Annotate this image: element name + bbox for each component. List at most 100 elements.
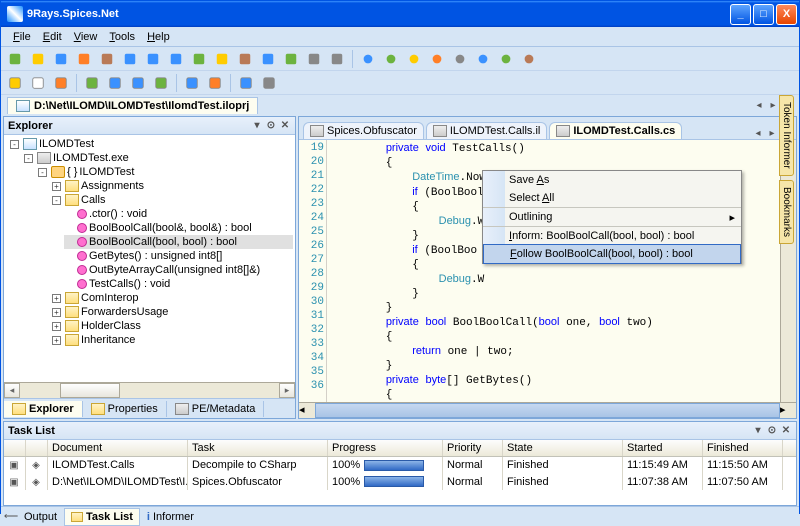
- toolbar-btn-5[interactable]: [120, 49, 140, 69]
- toolbar2-btn-8[interactable]: [205, 73, 225, 93]
- tab-properties[interactable]: Properties: [83, 401, 167, 417]
- tree-forwarders[interactable]: ForwardersUsage: [81, 306, 168, 318]
- toolbar-btn-13[interactable]: [304, 49, 324, 69]
- explorer-tree[interactable]: -ILOMDTest -ILOMDTest.exe -{ } ILOMDTest…: [4, 135, 295, 382]
- project-tab[interactable]: D:\Net\ILOMD\ILOMDTest\IlomdTest.iloprj: [7, 97, 258, 114]
- menu-edit[interactable]: Edit: [37, 29, 68, 45]
- toolbar-btn-b4[interactable]: [450, 49, 470, 69]
- toolbar2-btn-5[interactable]: [128, 73, 148, 93]
- toolbar-btn-b7[interactable]: [519, 49, 539, 69]
- menu-view[interactable]: View: [68, 29, 104, 45]
- maximize-button[interactable]: □: [753, 4, 774, 25]
- nav-output[interactable]: Output: [17, 508, 64, 526]
- minimize-button[interactable]: _: [730, 4, 751, 25]
- th-document[interactable]: Document: [48, 440, 188, 456]
- panel-close-icon[interactable]: ✕: [279, 120, 291, 132]
- toolbar2-btn-0[interactable]: [5, 73, 25, 93]
- tree-member[interactable]: TestCalls() : void: [64, 277, 293, 291]
- toolbar-btn-1[interactable]: [28, 49, 48, 69]
- toolbar-btn-b1[interactable]: [381, 49, 401, 69]
- editor-hscroll[interactable]: ◂▸: [299, 402, 796, 418]
- ed-prev-icon[interactable]: ◂: [752, 127, 764, 139]
- nav-back-icon[interactable]: ⟵: [5, 511, 17, 523]
- toolbar2-btn-6[interactable]: [151, 73, 171, 93]
- toolbar-btn-7[interactable]: [166, 49, 186, 69]
- toolbar-btn-4[interactable]: [97, 49, 117, 69]
- th-state[interactable]: State: [503, 440, 623, 456]
- toolbar-btn-14[interactable]: [327, 49, 347, 69]
- menu-select-all[interactable]: Select All: [483, 189, 741, 208]
- tab-prev-icon[interactable]: ◂: [753, 100, 765, 112]
- project-path: D:\Net\ILOMD\ILOMDTest\IlomdTest.iloprj: [34, 100, 249, 112]
- tree-holder[interactable]: HolderClass: [81, 320, 141, 332]
- th-started[interactable]: Started: [623, 440, 703, 456]
- menu-help[interactable]: Help: [141, 29, 176, 45]
- toolbar-btn-6[interactable]: [143, 49, 163, 69]
- tree-root[interactable]: ILOMDTest: [39, 138, 94, 150]
- tree-namespace[interactable]: ILOMDTest: [79, 166, 134, 178]
- th-task[interactable]: Task: [188, 440, 328, 456]
- toolbar-btn-b0[interactable]: [358, 49, 378, 69]
- tl-close-icon[interactable]: ✕: [780, 425, 792, 437]
- tree-member[interactable]: BoolBoolCall(bool, bool) : bool: [64, 235, 293, 249]
- tree-member[interactable]: .ctor() : void: [64, 207, 293, 221]
- th-finished[interactable]: Finished: [703, 440, 783, 456]
- th-progress[interactable]: Progress: [328, 440, 443, 456]
- toolbar-btn-3[interactable]: [74, 49, 94, 69]
- toolbar2-btn-2[interactable]: [51, 73, 71, 93]
- toolbar-btn-10[interactable]: [235, 49, 255, 69]
- toolbar-btn-b5[interactable]: [473, 49, 493, 69]
- tree-calls[interactable]: Calls: [81, 194, 105, 206]
- toolbar-btn-11[interactable]: [258, 49, 278, 69]
- menu-tools[interactable]: Tools: [103, 29, 141, 45]
- th-priority[interactable]: Priority: [443, 440, 503, 456]
- tree-assignments[interactable]: Assignments: [81, 180, 144, 192]
- menu-follow[interactable]: Follow BoolBoolCall(bool, bool) : bool: [483, 244, 741, 264]
- editor-tab-1[interactable]: ILOMDTest.Calls.il: [426, 122, 547, 139]
- table-row[interactable]: ▣ ◈ D:\Net\ILOMD\ILOMDTest\I... Spices.O…: [4, 474, 796, 491]
- tl-menu-icon[interactable]: ▾: [752, 425, 764, 437]
- editor-tab-0[interactable]: Spices.Obfuscator: [303, 122, 424, 139]
- menu-file[interactable]: File: [7, 29, 37, 45]
- toolbar-btn-8[interactable]: [189, 49, 209, 69]
- panel-menu-icon[interactable]: ▾: [251, 120, 263, 132]
- toolbar2-btn-4[interactable]: [105, 73, 125, 93]
- ed-next-icon[interactable]: ▸: [766, 127, 778, 139]
- code-editor[interactable]: 19 20 21 22 23 24 25 26 27 28 29 30 31 3…: [299, 139, 796, 402]
- toolbar-btn-b6[interactable]: [496, 49, 516, 69]
- toolbar-btn-9[interactable]: [212, 49, 232, 69]
- toolbar-btn-b3[interactable]: [427, 49, 447, 69]
- close-button[interactable]: X: [776, 4, 797, 25]
- explorer-hscroll[interactable]: ◂▸: [4, 382, 295, 398]
- tree-cominterop[interactable]: ComInterop: [81, 292, 138, 304]
- tree-member[interactable]: BoolBoolCall(bool&, bool&) : bool: [64, 221, 293, 235]
- toolbar-btn-b2[interactable]: [404, 49, 424, 69]
- nav-tasklist[interactable]: Task List: [64, 508, 140, 526]
- table-row[interactable]: ▣ ◈ ILOMDTest.Calls Decompile to CSharp …: [4, 457, 796, 474]
- menu-save-as[interactable]: Save As: [483, 171, 741, 189]
- menu-outlining[interactable]: Outlining▸: [483, 208, 741, 227]
- tree-member[interactable]: GetBytes() : unsigned int8[]: [64, 249, 293, 263]
- side-tab-bookmarks[interactable]: Bookmarks: [779, 180, 794, 244]
- tree-member[interactable]: OutByteArrayCall(unsigned int8[]&): [64, 263, 293, 277]
- toolbar2-btn-10[interactable]: [259, 73, 279, 93]
- menu-inform[interactable]: Inform: BoolBoolCall(bool, bool) : bool: [483, 227, 741, 245]
- tab-next-icon[interactable]: ▸: [767, 100, 779, 112]
- toolbar2-btn-9[interactable]: [236, 73, 256, 93]
- tl-pin-icon[interactable]: ⊙: [766, 425, 778, 437]
- tree-inheritance[interactable]: Inheritance: [81, 334, 135, 346]
- toolbar2-btn-7[interactable]: [182, 73, 202, 93]
- nav-informer[interactable]: i Informer: [140, 508, 201, 526]
- toolbar2-btn-1[interactable]: [28, 73, 48, 93]
- side-tab-token-informer[interactable]: Token Informer: [779, 95, 794, 176]
- panel-pin-icon[interactable]: ⊙: [265, 120, 277, 132]
- editor-tab-2[interactable]: ILOMDTest.Calls.cs: [549, 122, 682, 139]
- toolbar-btn-0[interactable]: [5, 49, 25, 69]
- row-icon: ▣: [8, 476, 20, 488]
- toolbar-btn-2[interactable]: [51, 49, 71, 69]
- tree-exe[interactable]: ILOMDTest.exe: [53, 152, 129, 164]
- toolbar-btn-12[interactable]: [281, 49, 301, 69]
- tab-pemetadata[interactable]: PE/Metadata: [167, 401, 265, 417]
- toolbar2-btn-3[interactable]: [82, 73, 102, 93]
- tab-explorer[interactable]: Explorer: [4, 401, 83, 417]
